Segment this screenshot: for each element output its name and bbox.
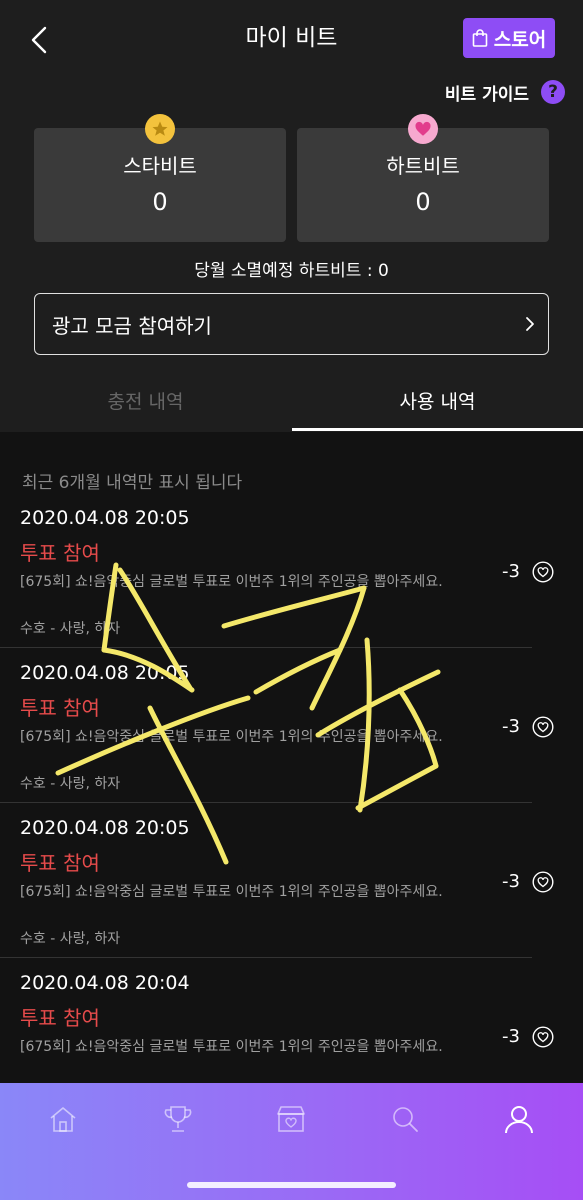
item-detail: 수호 - 사랑, 하자 xyxy=(20,621,121,637)
star-icon xyxy=(145,114,175,144)
item-date: 2020.04.08 20:05 xyxy=(20,507,190,529)
list-item: 2020.04.08 20:05 투표 참여 [675회] 쇼!음악중심 글로벌… xyxy=(0,815,583,970)
starbeat-label: 스타비트 xyxy=(123,154,197,178)
heart-outline-icon xyxy=(532,716,554,738)
item-amount: -3 xyxy=(502,561,520,582)
top-panel: 마이 비트 스토어 비트 가이드 ? 스타비트 0 하트비트 0 당월 소멸예정… xyxy=(0,0,583,432)
starbeat-value: 0 xyxy=(152,188,168,216)
item-type: 투표 참여 xyxy=(20,541,100,565)
list-item: 2020.04.08 20:05 투표 참여 [675회] 쇼!음악중심 글로벌… xyxy=(0,660,583,815)
heart-icon xyxy=(408,114,438,144)
item-date: 2020.04.08 20:04 xyxy=(20,972,190,994)
header: 마이 비트 스토어 xyxy=(0,0,583,76)
item-amount: -3 xyxy=(502,716,520,737)
list-item: 2020.04.08 20:04 투표 참여 [675회] 쇼!음악중심 글로벌… xyxy=(0,970,583,1083)
item-type: 투표 참여 xyxy=(20,696,100,720)
heart-outline-icon xyxy=(532,561,554,583)
heartbeat-label: 하트비트 xyxy=(386,154,460,178)
item-description: [675회] 쇼!음악중심 글로벌 투표로 이번주 1위의 주인공을 뽑아주세요… xyxy=(20,884,443,900)
item-detail: 수호 - 사랑, 하자 xyxy=(20,776,121,792)
item-detail: 수호 - 사랑, 하자 xyxy=(20,931,121,947)
item-description: [675회] 쇼!음악중심 글로벌 투표로 이번주 1위의 주인공을 뽑아주세요… xyxy=(20,1039,443,1055)
store-label: 스토어 xyxy=(493,28,547,51)
chevron-right-icon xyxy=(526,317,534,331)
ad-fundraising-label: 광고 모금 참여하기 xyxy=(52,314,212,338)
list-item: 2020.04.08 20:05 투표 참여 [675회] 쇼!음악중심 글로벌… xyxy=(0,505,583,660)
heartbeat-value: 0 xyxy=(415,188,431,216)
item-type: 투표 참여 xyxy=(20,851,100,875)
item-description: [675회] 쇼!음악중심 글로벌 투표로 이번주 1위의 주인공을 뽑아주세요… xyxy=(20,574,443,590)
guide-label: 비트 가이드 xyxy=(444,84,529,105)
divider xyxy=(0,802,532,803)
home-indicator xyxy=(187,1182,396,1188)
active-tab-indicator xyxy=(292,428,583,431)
profile-icon[interactable] xyxy=(501,1101,537,1137)
starbeat-card: 스타비트 0 xyxy=(34,114,286,242)
search-icon[interactable] xyxy=(387,1101,423,1137)
store-button[interactable]: 스토어 xyxy=(463,18,555,58)
history-notice: 최근 6개월 내역만 표시 됩니다 xyxy=(22,473,243,493)
item-date: 2020.04.08 20:05 xyxy=(20,662,190,684)
help-icon: ? xyxy=(541,80,565,104)
tab-usage-history[interactable]: 사용 내역 xyxy=(292,374,583,432)
shopping-bag-icon xyxy=(472,29,488,47)
expiring-heartbeat-text: 당월 소멸예정 하트비트 : 0 xyxy=(194,261,389,281)
trophy-icon[interactable] xyxy=(160,1101,196,1137)
divider xyxy=(0,957,532,958)
home-icon[interactable] xyxy=(45,1101,81,1137)
ad-fundraising-button[interactable]: 광고 모금 참여하기 xyxy=(34,293,549,355)
heartbeat-card: 하트비트 0 xyxy=(297,114,549,242)
usage-history-list[interactable]: 최근 6개월 내역만 표시 됩니다 2020.04.08 20:05 투표 참여… xyxy=(0,432,583,1083)
back-button[interactable] xyxy=(24,20,54,60)
tab-charge-history[interactable]: 충전 내역 xyxy=(0,374,291,432)
beat-guide-link[interactable]: 비트 가이드 ? xyxy=(445,78,565,106)
divider xyxy=(0,647,532,648)
item-amount: -3 xyxy=(502,1026,520,1047)
chevron-left-icon xyxy=(31,26,47,54)
item-type: 투표 참여 xyxy=(20,1006,100,1030)
item-amount: -3 xyxy=(502,871,520,892)
heart-outline-icon xyxy=(532,1026,554,1048)
item-date: 2020.04.08 20:05 xyxy=(20,817,190,839)
box-icon[interactable] xyxy=(273,1101,309,1137)
heart-outline-icon xyxy=(532,871,554,893)
item-description: [675회] 쇼!음악중심 글로벌 투표로 이번주 1위의 주인공을 뽑아주세요… xyxy=(20,729,443,745)
